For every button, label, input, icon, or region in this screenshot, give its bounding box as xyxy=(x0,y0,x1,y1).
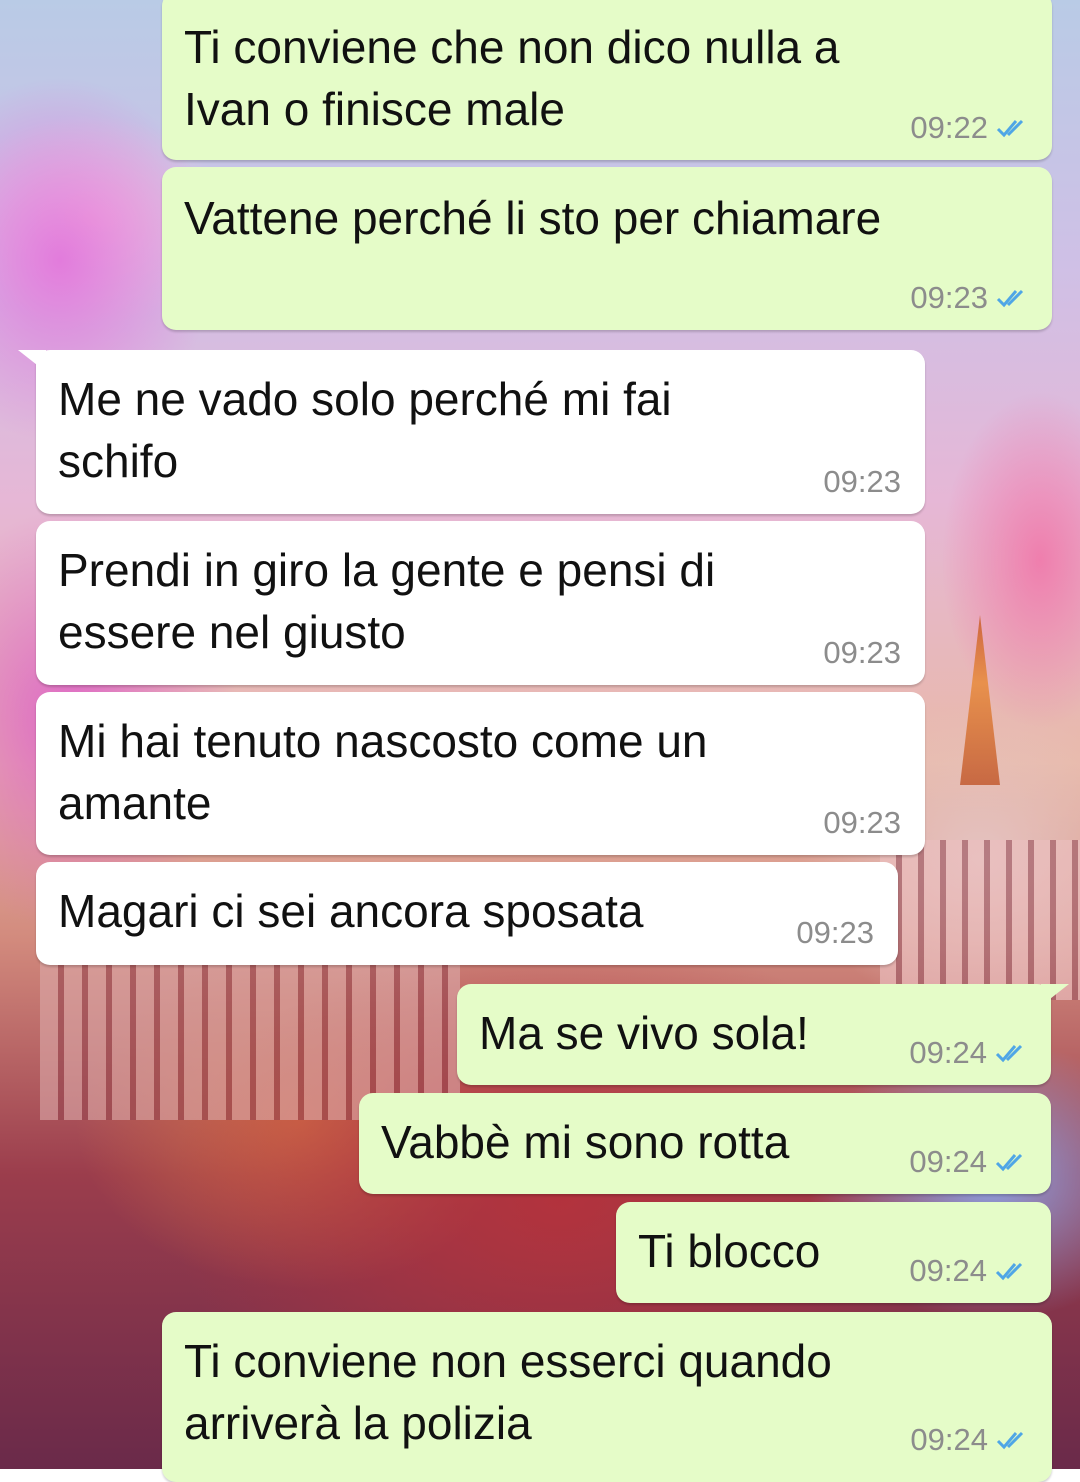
double-check-icon xyxy=(996,1431,1024,1450)
message-meta: 09:23 xyxy=(910,280,1030,316)
message-text: Ti conviene che non dico nulla a Ivan o … xyxy=(184,21,840,135)
message-text: Me ne vado solo perché mi fai schifo xyxy=(58,373,672,487)
message-text: Ti conviene non esserci quando arriverà … xyxy=(184,1335,832,1449)
message-time: 09:23 xyxy=(823,464,901,499)
message-text: Prendi in giro la gente e pensi di esser… xyxy=(58,544,716,658)
message-bubble-incoming[interactable]: Me ne vado solo perché mi fai schifo 09:… xyxy=(18,350,925,514)
message-bubble-outgoing[interactable]: Ti blocco 09:24 xyxy=(616,1202,1051,1303)
message-meta: 09:24 xyxy=(909,1253,1029,1289)
message-time: 09:23 xyxy=(910,280,988,315)
message-time: 09:24 xyxy=(909,1144,987,1179)
message-meta: 09:23 xyxy=(796,915,874,951)
message-time: 09:24 xyxy=(909,1035,987,1070)
double-check-icon xyxy=(996,289,1024,308)
message-text: Mi hai tenuto nascosto come un amante xyxy=(58,715,708,829)
message-meta: 09:24 xyxy=(909,1035,1029,1071)
message-bubble-incoming[interactable]: Magari ci sei ancora sposata 09:23 xyxy=(36,862,898,965)
message-time: 09:24 xyxy=(909,1253,987,1288)
message-time: 09:24 xyxy=(910,1422,988,1457)
message-bubble-outgoing[interactable]: Ti conviene che non dico nulla a Ivan o … xyxy=(162,0,1052,160)
message-bubble-outgoing[interactable]: Vattene perché li sto per chiamare 09:23 xyxy=(162,167,1052,330)
double-check-icon xyxy=(995,1262,1023,1281)
message-meta: 09:23 xyxy=(823,635,901,671)
message-bubble-incoming[interactable]: Mi hai tenuto nascosto come un amante 09… xyxy=(36,692,925,855)
wallpaper-house xyxy=(880,840,1080,1000)
message-meta: 09:24 xyxy=(909,1144,1029,1180)
message-time: 09:23 xyxy=(823,805,901,840)
message-time: 09:23 xyxy=(823,635,901,670)
message-bubble-outgoing[interactable]: Vabbè mi sono rotta 09:24 xyxy=(359,1093,1051,1194)
message-time: 09:23 xyxy=(796,915,874,950)
message-bubble-outgoing[interactable]: Ti conviene non esserci quando arriverà … xyxy=(162,1312,1052,1482)
message-bubble-outgoing[interactable]: Ma se vivo sola! 09:24 xyxy=(457,984,1069,1085)
message-time: 09:22 xyxy=(910,110,988,145)
message-text: Vattene perché li sto per chiamare xyxy=(184,192,882,244)
double-check-icon xyxy=(996,119,1024,138)
message-bubble-incoming[interactable]: Prendi in giro la gente e pensi di esser… xyxy=(36,521,925,685)
message-meta: 09:23 xyxy=(823,805,901,841)
message-text: Magari ci sei ancora sposata xyxy=(58,885,644,937)
double-check-icon xyxy=(995,1044,1023,1063)
message-meta: 09:22 xyxy=(910,110,1030,146)
wallpaper-tree xyxy=(960,615,1000,785)
message-meta: 09:23 xyxy=(823,464,901,500)
double-check-icon xyxy=(995,1153,1023,1172)
message-meta: 09:24 xyxy=(910,1422,1030,1458)
